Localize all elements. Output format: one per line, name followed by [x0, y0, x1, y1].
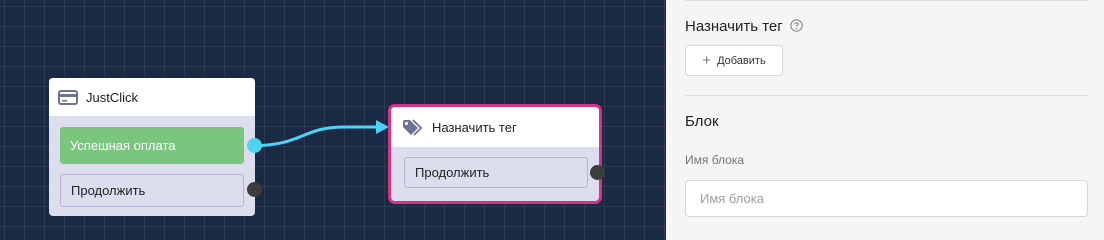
tags-icon [402, 118, 424, 136]
node-justclick[interactable]: JustClick Успешная оплата Продолжить [49, 78, 262, 216]
flow-canvas[interactable]: JustClick Успешная оплата Продолжить Наз… [0, 0, 666, 240]
assign-tag-section-label: Назначить тег [685, 18, 783, 35]
node-assign-tag-title: Назначить тег [432, 119, 517, 135]
node-justclick-header[interactable]: JustClick [49, 78, 255, 116]
continue-button[interactable]: Продолжить [404, 157, 588, 188]
block-name-label: Имя блока [685, 153, 745, 167]
block-name-input[interactable] [685, 180, 1088, 217]
assign-tag-section-title: Назначить тег [685, 18, 803, 36]
divider [685, 95, 1087, 96]
continue-button[interactable]: Продолжить [60, 174, 244, 207]
node-assign-tag-header[interactable]: Назначить тег [391, 107, 599, 147]
node-justclick-title: JustClick [86, 89, 139, 105]
connection-success-to-tag[interactable] [246, 125, 380, 148]
divider [685, 0, 1087, 1]
credit-card-icon [58, 89, 78, 105]
success-payment-button[interactable]: Успешная оплата [60, 127, 244, 164]
add-tag-label: Добавить [717, 54, 766, 67]
continue-output-port[interactable] [590, 165, 605, 180]
block-section-title: Блок [685, 113, 719, 130]
add-tag-button[interactable]: + Добавить [685, 45, 783, 76]
properties-sidebar: Назначить тег + Добавить Блок Имя блока [666, 0, 1104, 240]
question-circle-icon[interactable] [790, 18, 803, 36]
plus-icon: + [702, 52, 712, 69]
success-output-port[interactable] [247, 138, 262, 153]
node-assign-tag[interactable]: Назначить тег Продолжить [388, 104, 605, 204]
continue-output-port[interactable] [247, 182, 262, 197]
